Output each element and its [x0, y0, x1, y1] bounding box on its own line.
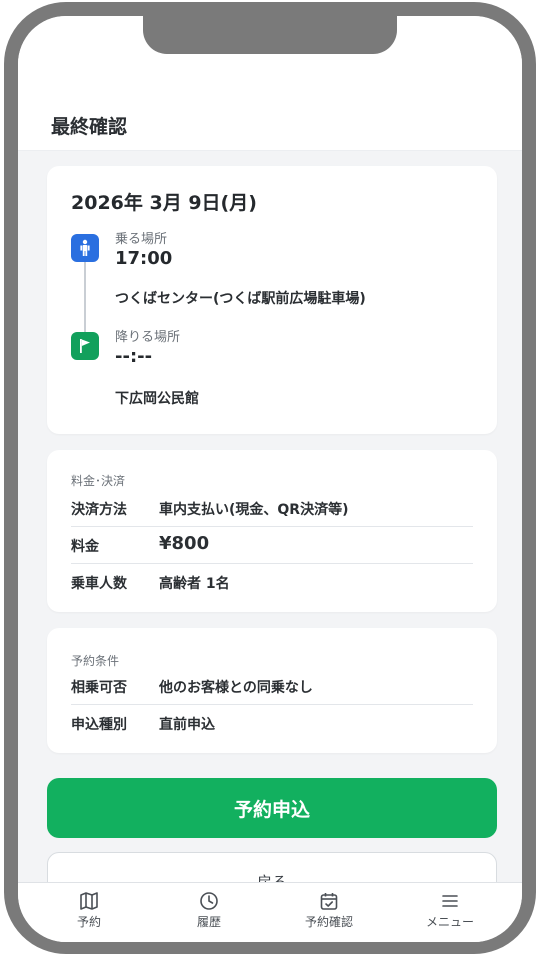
menu-icon: [442, 895, 458, 907]
submit-reservation-button[interactable]: 予約申込: [47, 778, 497, 838]
route-card: 2026年 3月 9日(月) 乗る場所 17:00 つくばセンター(つくば駅前広…: [47, 166, 497, 434]
row-key: 乗車人数: [71, 576, 127, 592]
pickup-place: つくばセンター(つくば駅前広場駐車場): [115, 291, 366, 307]
row-value: 車内支払い(現金、QR決済等): [159, 502, 349, 518]
calendar-check-icon: [320, 893, 338, 910]
payment-section-title: 料金･決済: [71, 474, 126, 488]
row-value: 他のお客様との同乗なし: [159, 680, 313, 696]
map-icon: [80, 892, 98, 910]
tab-label: 履歴: [196, 915, 221, 929]
clock-icon: [200, 892, 218, 910]
ride-date: 2026年 3月 9日(月): [71, 192, 257, 214]
tab-reserve[interactable]: 予約: [49, 891, 129, 930]
tab-reservation-check[interactable]: 予約確認: [289, 891, 369, 930]
screen: 最終確認 2026年 3月 9日(月) 乗る場所 17:00 つくばセンター(つ…: [18, 16, 522, 942]
person-boarding-icon: [71, 234, 99, 262]
rideshare-row: 相乗可否 他のお客様との同乗なし: [71, 668, 473, 704]
row-key: 決済方法: [71, 502, 127, 518]
page-title: 最終確認: [51, 116, 128, 138]
tab-label: 予約: [76, 915, 101, 929]
row-value: 直前申込: [159, 717, 215, 733]
tab-label: メニュー: [425, 915, 474, 929]
payment-method-row: 決済方法 車内支払い(現金、QR決済等): [71, 490, 473, 526]
row-key: 料金: [71, 539, 99, 555]
payment-card: 料金･決済 決済方法 車内支払い(現金、QR決済等) 料金 ¥800 乗車人数 …: [47, 450, 497, 612]
row-value: 高齢者 1名: [159, 576, 230, 592]
conditions-card: 予約条件 相乗可否 他のお客様との同乗なし 申込種別 直前申込: [47, 628, 497, 753]
fare-row: 料金 ¥800: [71, 527, 473, 563]
flag-icon: [71, 332, 99, 360]
tab-history[interactable]: 履歴: [169, 891, 249, 930]
application-type-row: 申込種別 直前申込: [71, 705, 473, 741]
conditions-section-title: 予約条件: [71, 654, 120, 668]
row-value: ¥800: [159, 533, 210, 554]
tab-menu[interactable]: メニュー: [410, 891, 490, 930]
pickup-time: 17:00: [115, 248, 173, 269]
dropoff-label: 降りる場所: [115, 330, 181, 345]
bottom-tab-bar: 予約 履歴 予約確認 メニュー: [18, 882, 522, 942]
dropoff-time: --:--: [115, 346, 153, 367]
dropoff-place: 下広岡公民館: [115, 391, 199, 407]
row-key: 相乗可否: [71, 680, 127, 696]
pickup-label: 乗る場所: [115, 232, 168, 247]
device-notch: [143, 16, 397, 54]
content-area: 2026年 3月 9日(月) 乗る場所 17:00 つくばセンター(つくば駅前広…: [18, 150, 522, 912]
tab-label: 予約確認: [304, 915, 353, 929]
passengers-row: 乗車人数 高齢者 1名: [71, 564, 473, 600]
row-key: 申込種別: [71, 717, 127, 733]
